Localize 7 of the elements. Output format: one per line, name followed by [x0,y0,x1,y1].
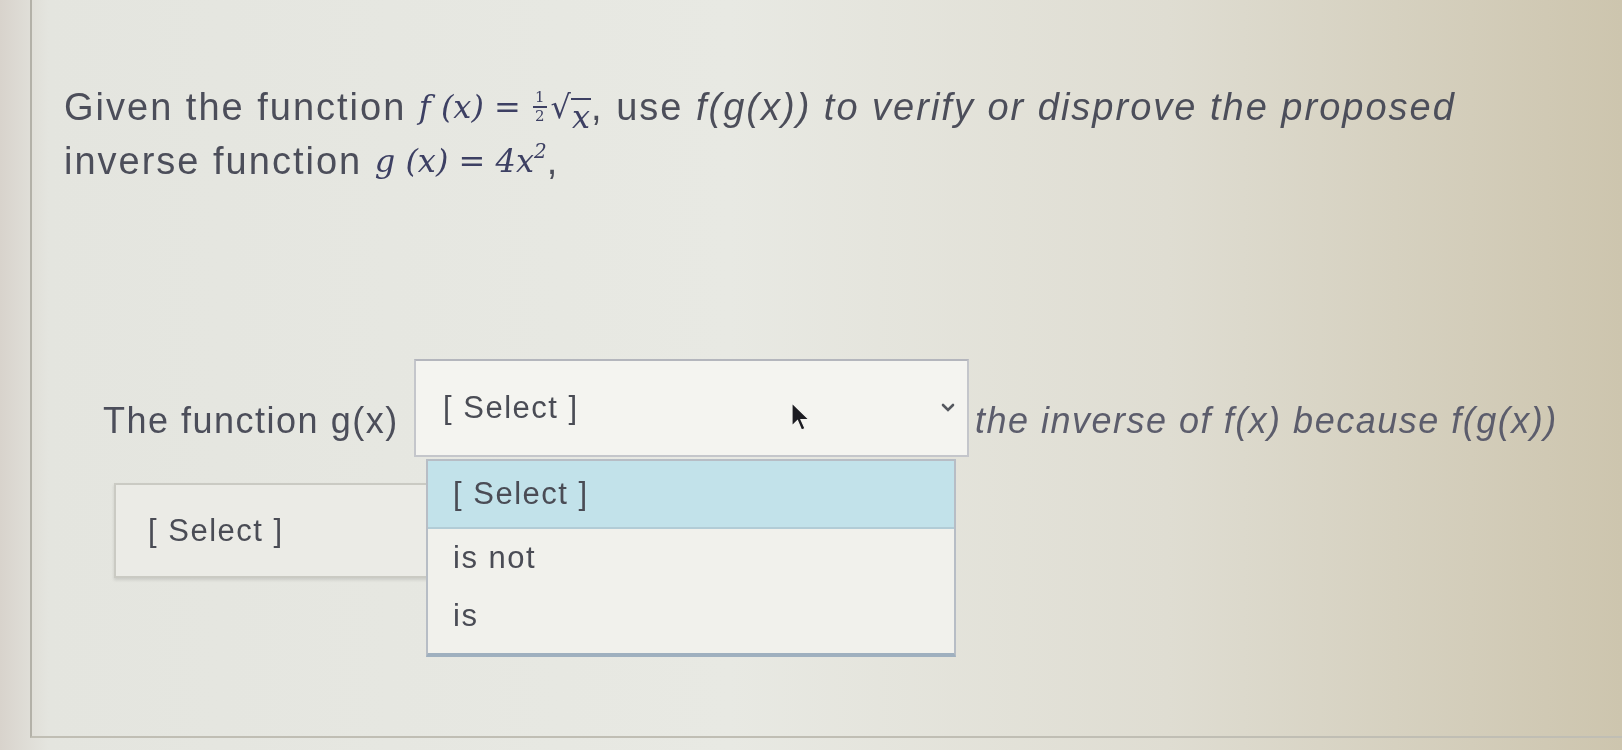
dropdown-option[interactable]: [ Select ] [428,461,954,529]
cursor-icon [791,402,811,432]
answer-dropdown[interactable]: [ Select ] [414,359,969,457]
dropdown-option[interactable]: is [428,587,954,645]
chevron-down-icon [941,403,955,413]
sentence-text: the inverse of f(x) because f(g(x)) [975,400,1558,442]
sentence-text: The function g(x) [103,400,400,442]
